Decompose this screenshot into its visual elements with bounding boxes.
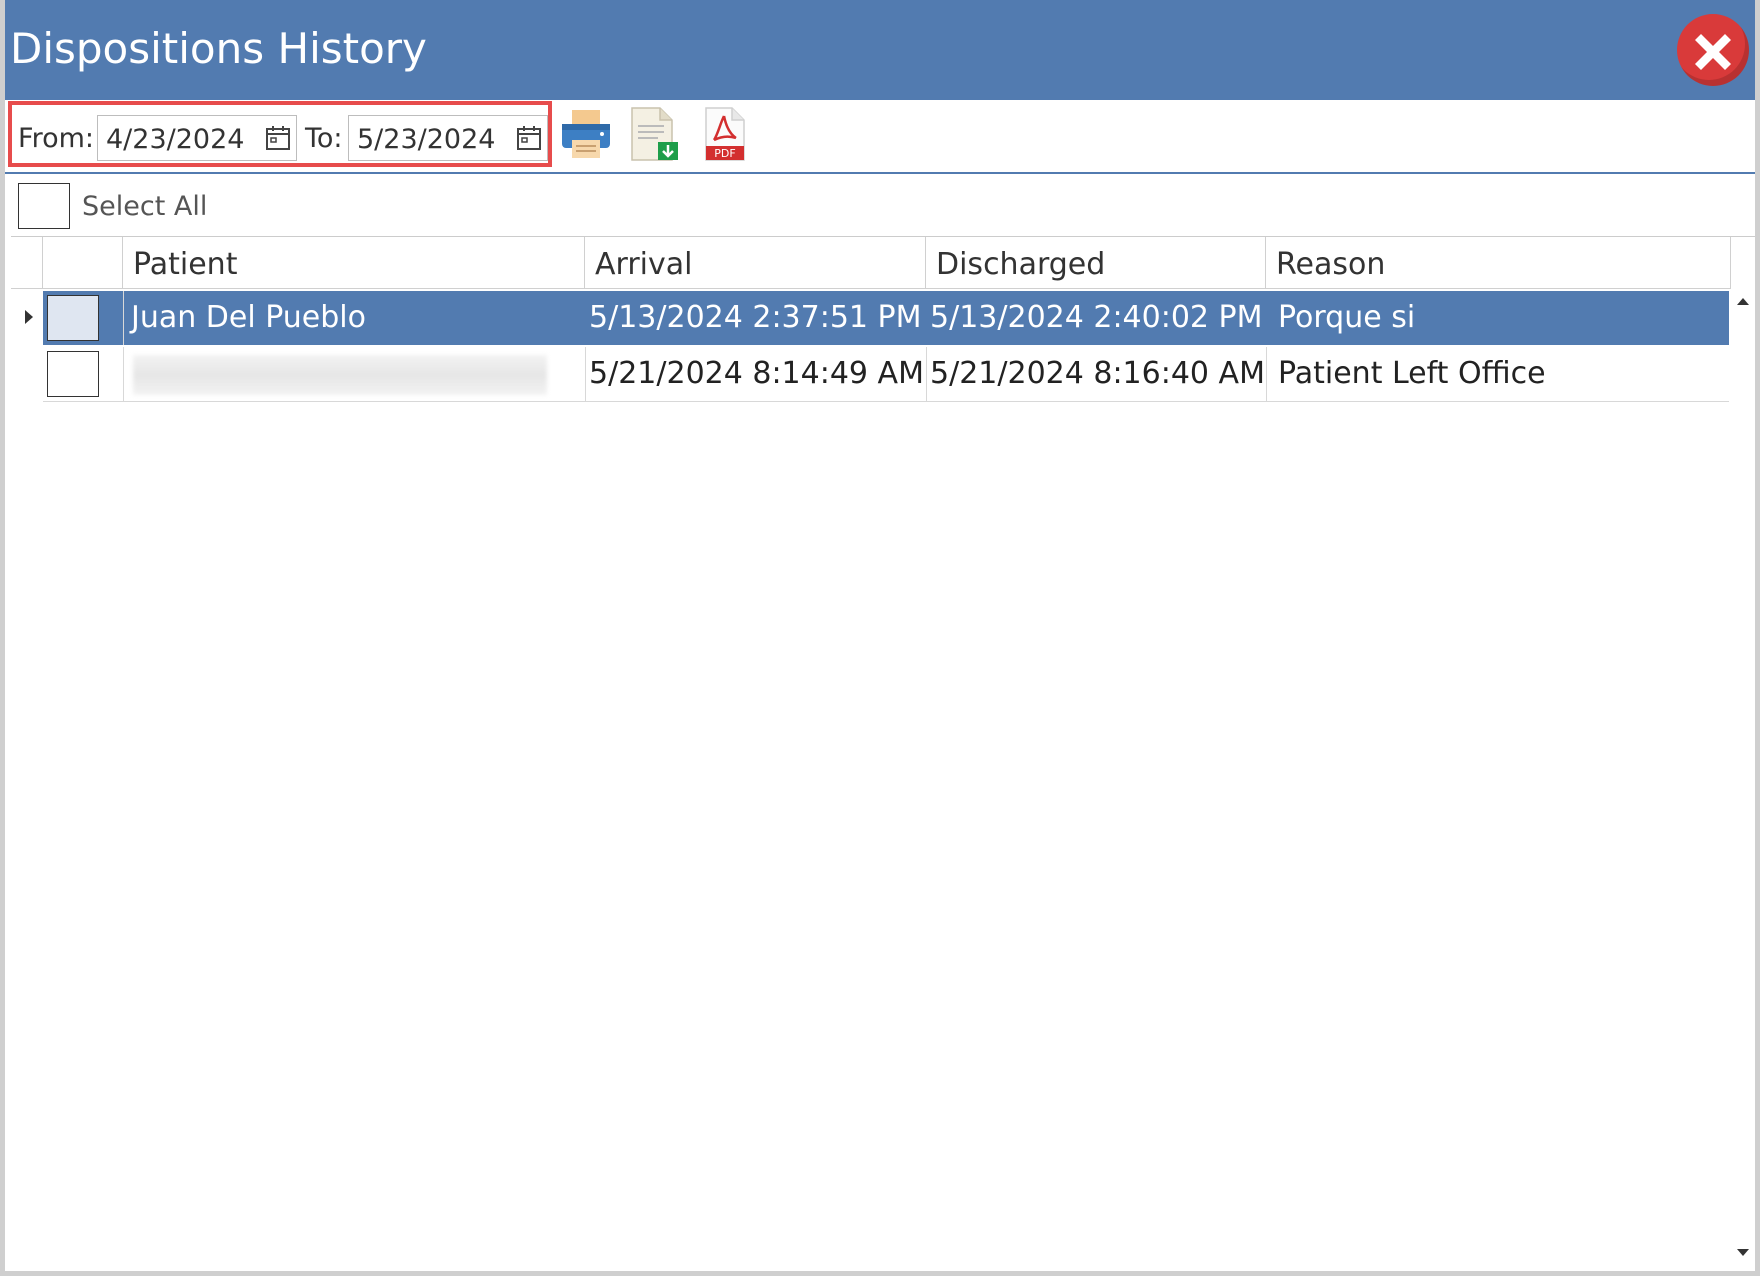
cell-reason: Patient Left Office — [1278, 356, 1546, 391]
scroll-down-arrow-icon[interactable] — [1735, 1247, 1751, 1259]
cell-patient: Juan Del Pueblo — [131, 300, 366, 335]
calendar-icon[interactable] — [515, 124, 543, 152]
cell-discharged: 5/13/2024 2:40:02 PM — [930, 300, 1263, 335]
redacted-patient-name — [133, 355, 547, 395]
cell-arrival: 5/21/2024 8:14:49 AM — [589, 356, 924, 391]
window-title: Dispositions History — [10, 24, 427, 73]
checkbox-column-header — [43, 237, 123, 289]
pdf-badge-label: PDF — [714, 147, 735, 160]
select-all-checkbox[interactable] — [18, 183, 70, 229]
select-all-label: Select All — [82, 191, 208, 222]
column-header-arrival[interactable]: Arrival — [585, 237, 926, 289]
row-checkbox[interactable] — [47, 351, 99, 397]
cell-reason: Porque si — [1278, 300, 1416, 335]
from-date-picker[interactable]: 4/23/2024 — [97, 115, 297, 161]
to-date-value: 5/23/2024 — [357, 124, 496, 155]
cell-discharged: 5/21/2024 8:16:40 AM — [930, 356, 1265, 391]
pdf-icon[interactable]: PDF — [702, 106, 748, 162]
dispositions-history-window: Dispositions History From: 4/23/2024 To: — [0, 0, 1760, 1276]
table-row[interactable]: 5/21/2024 8:14:49 AM 5/21/2024 8:16:40 A… — [43, 347, 1729, 402]
cell-arrival: 5/13/2024 2:37:51 PM — [589, 300, 922, 335]
vertical-scrollbar[interactable] — [1731, 289, 1755, 1272]
column-header-discharged[interactable]: Discharged — [926, 237, 1266, 289]
toolbar: From: 4/23/2024 To: 5/23/2024 PDF — [5, 100, 1755, 174]
row-header-corner — [11, 237, 43, 289]
printer-icon[interactable] — [558, 106, 614, 162]
column-header-patient[interactable]: Patient — [123, 237, 585, 289]
to-label: To: — [305, 123, 343, 154]
row-checkbox[interactable] — [47, 295, 99, 341]
export-document-icon[interactable] — [628, 106, 680, 162]
title-bar: Dispositions History — [5, 0, 1755, 100]
from-date-value: 4/23/2024 — [106, 124, 245, 155]
table-row[interactable]: Juan Del Pueblo 5/13/2024 2:37:51 PM 5/1… — [43, 291, 1729, 345]
close-icon — [1695, 34, 1731, 70]
calendar-icon[interactable] — [264, 124, 292, 152]
to-date-picker[interactable]: 5/23/2024 — [348, 115, 548, 161]
date-range-group: From: 4/23/2024 To: 5/23/2024 — [8, 101, 552, 167]
close-button[interactable] — [1677, 14, 1749, 86]
scroll-up-arrow-icon[interactable] — [1735, 295, 1751, 307]
dispositions-table: Patient Arrival Discharged Reason Juan D… — [11, 236, 1755, 1272]
column-header-reason[interactable]: Reason — [1266, 237, 1731, 289]
from-label: From: — [18, 123, 94, 154]
current-row-indicator-icon — [25, 310, 33, 324]
